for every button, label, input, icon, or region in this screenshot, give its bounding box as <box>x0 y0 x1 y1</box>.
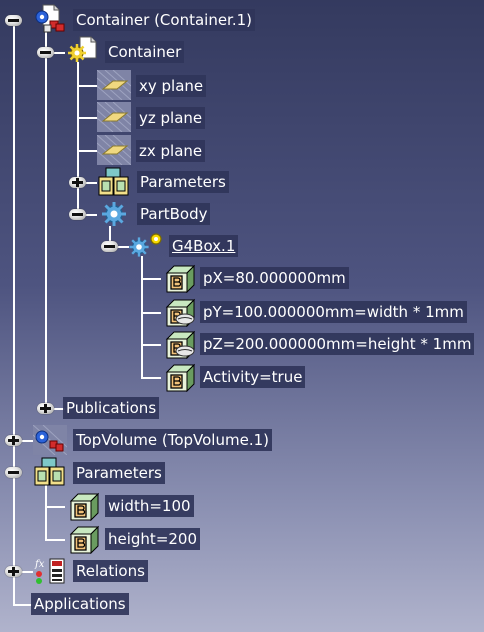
tree-connector <box>77 150 97 152</box>
tree-node-publications[interactable]: Publications <box>63 397 160 419</box>
plane-icon[interactable] <box>97 70 131 100</box>
tree-connector <box>13 604 33 606</box>
parameter-icon[interactable] <box>65 491 99 521</box>
expand-toggle[interactable] <box>5 566 22 577</box>
tree-node-param-height[interactable]: height=200 <box>105 528 201 550</box>
tree-node-param-width[interactable]: width=100 <box>105 495 194 517</box>
tree-node-parameters[interactable]: Parameters <box>137 171 229 193</box>
tree-node-relations[interactable]: Relations <box>73 560 148 582</box>
collapse-toggle[interactable] <box>37 47 54 58</box>
tree-connector <box>45 30 47 408</box>
parameter-icon[interactable] <box>161 263 195 293</box>
formula-parameter-icon[interactable] <box>161 329 195 359</box>
collapse-toggle[interactable] <box>101 241 118 252</box>
tree-node-yz-plane[interactable]: yz plane <box>136 107 206 129</box>
parameter-icon[interactable] <box>65 524 99 554</box>
parameters-set-icon[interactable] <box>33 457 67 487</box>
tree-connector <box>141 278 161 280</box>
collapse-toggle[interactable] <box>5 467 22 478</box>
container-product-icon[interactable] <box>34 4 68 34</box>
tree-node-xy-plane[interactable]: xy plane <box>136 75 207 97</box>
tree-node-partbody[interactable]: PartBody <box>137 203 211 225</box>
tree-connector <box>45 539 65 541</box>
tree-node-param-py[interactable]: pY=100.000000mm=width * 1mm <box>200 301 467 323</box>
plane-icon[interactable] <box>97 102 131 132</box>
tree-connector <box>45 484 47 539</box>
g4box-feature-icon[interactable] <box>129 231 163 261</box>
tree-node-applications[interactable]: Applications <box>31 593 129 615</box>
tree-node-zx-plane[interactable]: zx plane <box>136 140 206 162</box>
tree-connector <box>141 312 161 314</box>
tree-node-param-px[interactable]: pX=80.000000mm <box>200 267 349 289</box>
expand-toggle[interactable] <box>69 177 86 188</box>
part-document-icon[interactable] <box>66 36 100 66</box>
collapse-toggle[interactable] <box>5 15 22 26</box>
tree-connector <box>77 117 97 119</box>
plane-icon[interactable] <box>97 135 131 165</box>
parameters-set-icon[interactable] <box>97 167 131 197</box>
collapse-toggle[interactable] <box>69 209 86 220</box>
partbody-gear-icon[interactable] <box>97 199 131 229</box>
expand-toggle[interactable] <box>37 403 54 414</box>
tree-connector <box>13 20 15 604</box>
tree-connector <box>141 377 161 379</box>
tree-node-container[interactable]: Container <box>105 41 185 63</box>
parameter-icon[interactable] <box>161 362 195 392</box>
tree-node-parameters-root[interactable]: Parameters <box>73 462 165 484</box>
tree-node-param-pz[interactable]: pZ=200.000000mm=height * 1mm <box>200 333 475 355</box>
tree-node-param-activity[interactable]: Activity=true <box>200 366 306 388</box>
tree-connector <box>45 506 65 508</box>
tree-connector <box>141 344 161 346</box>
tree-connector <box>141 256 143 377</box>
tree-node-topvolume[interactable]: TopVolume (TopVolume.1) <box>73 429 272 451</box>
tree-node-g4box[interactable]: G4Box.1 <box>169 235 239 257</box>
tree-node-container-root[interactable]: Container (Container.1) <box>73 9 256 31</box>
formula-parameter-icon[interactable] <box>161 297 195 327</box>
topvolume-product-icon[interactable] <box>33 425 67 455</box>
expand-toggle[interactable] <box>5 435 22 446</box>
relations-icon[interactable]: fx <box>33 556 67 586</box>
svg-text:fx: fx <box>34 559 45 570</box>
tree-connector <box>77 85 97 87</box>
specification-tree: Container (Container.1) Container xy pla… <box>0 0 484 632</box>
